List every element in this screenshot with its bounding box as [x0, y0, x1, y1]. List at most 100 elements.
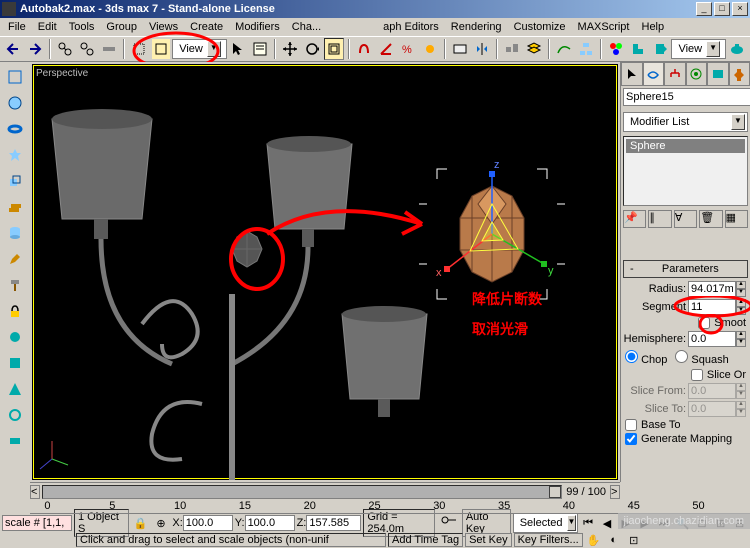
segments-input[interactable] [688, 299, 736, 315]
torus-icon[interactable] [3, 117, 27, 141]
timeline-end-button[interactable]: > [610, 485, 620, 499]
keymode-dropdown[interactable]: Selected▼ [513, 513, 578, 533]
menu-help[interactable]: Help [636, 19, 671, 35]
move-button[interactable] [280, 38, 300, 60]
lock-selection-button[interactable]: 🔒 [132, 515, 149, 531]
quick-render-button[interactable] [650, 38, 670, 60]
script-field[interactable] [2, 515, 72, 531]
menu-tools[interactable]: Tools [63, 19, 101, 35]
menu-rendering[interactable]: Rendering [445, 19, 508, 35]
prev-frame-button[interactable]: ◀ [600, 515, 615, 531]
star-icon[interactable] [3, 143, 27, 167]
hemisphere-input[interactable] [688, 331, 736, 347]
timeline-thumb[interactable] [549, 486, 561, 498]
render-view-dropdown[interactable]: View ▼ [671, 39, 726, 59]
hierarchy-tab[interactable] [664, 62, 686, 86]
render-button[interactable] [727, 38, 747, 60]
viewport[interactable]: Perspective [30, 62, 620, 482]
y-field[interactable] [245, 515, 295, 531]
menu-grapheditors[interactable]: aph Editors [377, 19, 445, 35]
view-filter-dropdown[interactable]: View ▼ [172, 39, 227, 59]
material-editor-button[interactable] [606, 38, 626, 60]
arc-rotate-button[interactable]: ◐ [606, 533, 622, 547]
display-tab[interactable] [707, 62, 729, 86]
object-name-field[interactable] [623, 88, 750, 106]
bind-button[interactable] [99, 38, 119, 60]
menu-views[interactable]: Views [143, 19, 184, 35]
misc-icon-3[interactable] [3, 377, 27, 401]
setkey-button[interactable]: Set Key [465, 533, 512, 547]
scale-button[interactable] [324, 38, 344, 60]
motion-tab[interactable] [686, 62, 708, 86]
brush-icon[interactable] [3, 247, 27, 271]
angle-snap-button[interactable] [376, 38, 396, 60]
link-button[interactable] [55, 38, 75, 60]
utilities-tab[interactable] [729, 62, 750, 86]
time-ruler[interactable]: 0 5 10 15 20 25 30 35 40 45 50 [30, 500, 750, 514]
pin-stack-button[interactable]: 📌 [623, 210, 646, 228]
menu-char[interactable]: Cha... [286, 19, 327, 35]
redo-button[interactable] [25, 38, 45, 60]
keyfilters-button[interactable]: Key Filters... [514, 533, 583, 547]
hemisphere-spinner[interactable]: ▲▼ [688, 331, 746, 347]
layers-button[interactable] [524, 38, 544, 60]
unlink-button[interactable] [77, 38, 97, 60]
misc-icon-5[interactable] [3, 429, 27, 453]
parameters-rollout[interactable]: -Parameters [623, 260, 748, 278]
radius-input[interactable] [688, 281, 736, 297]
segments-spinner[interactable]: ▲▼ [688, 299, 746, 315]
create-tab[interactable] [621, 62, 643, 86]
menu-create[interactable]: Create [184, 19, 229, 35]
stack-item-sphere[interactable]: Sphere [626, 139, 745, 153]
close-button[interactable]: × [732, 2, 748, 16]
smooth-checkbox[interactable] [698, 317, 710, 329]
cylinder-icon[interactable] [3, 221, 27, 245]
modifier-list-dropdown[interactable]: Modifier List ▼ [623, 112, 748, 132]
menu-group[interactable]: Group [100, 19, 143, 35]
sliceon-checkbox[interactable] [691, 369, 703, 381]
squash-option[interactable]: Squash [675, 350, 728, 366]
misc-icon-2[interactable] [3, 351, 27, 375]
misc-icon-1[interactable] [3, 325, 27, 349]
remove-mod-button[interactable]: 🗑 [699, 210, 722, 228]
snap-toggle-button[interactable] [354, 38, 374, 60]
mirror-button[interactable] [472, 38, 492, 60]
minimize-button[interactable]: _ [696, 2, 712, 16]
menu-customize[interactable]: Customize [508, 19, 572, 35]
timeline-start-button[interactable]: < [30, 485, 40, 499]
maximize-button[interactable]: □ [714, 2, 730, 16]
pan-button[interactable]: ✋ [586, 533, 602, 547]
percent-snap-button[interactable]: % [398, 38, 418, 60]
curve-editor-button[interactable] [554, 38, 574, 60]
menu-edit[interactable]: Edit [32, 19, 63, 35]
extrude-icon[interactable] [3, 169, 27, 193]
time-tag[interactable]: Add Time Tag [388, 533, 463, 547]
layers-icon[interactable] [3, 195, 27, 219]
rotate-button[interactable] [302, 38, 322, 60]
render-scene-button[interactable] [628, 38, 648, 60]
menu-modifiers[interactable]: Modifiers [229, 19, 286, 35]
genmap-checkbox[interactable] [625, 433, 637, 445]
timeline-track[interactable] [42, 485, 562, 499]
unique-button[interactable]: ∀ [674, 210, 697, 228]
transform-mode-button[interactable]: ⊕ [153, 515, 170, 531]
undo-button[interactable] [3, 38, 23, 60]
spinner-snap-button[interactable] [420, 38, 440, 60]
lock-icon[interactable] [3, 299, 27, 323]
tab-panel-icon[interactable] [3, 65, 27, 89]
select-name-button[interactable] [250, 38, 270, 60]
min-max-button[interactable]: ⊡ [626, 533, 642, 547]
timeline[interactable]: < 99 / 100 > [30, 482, 620, 500]
sphere-icon[interactable] [3, 91, 27, 115]
menu-file[interactable]: File [2, 19, 32, 35]
modifier-stack[interactable]: Sphere [623, 136, 748, 206]
modify-tab[interactable] [643, 62, 665, 86]
select-button[interactable] [129, 38, 149, 60]
baseto-checkbox[interactable] [625, 419, 637, 431]
menu-maxscript[interactable]: MAXScript [572, 19, 636, 35]
key-icon[interactable] [438, 515, 458, 531]
select-region-button[interactable] [151, 38, 171, 60]
chop-option[interactable]: Chop [625, 350, 667, 366]
x-field[interactable] [183, 515, 233, 531]
radius-spinner[interactable]: ▲▼ [688, 281, 746, 297]
